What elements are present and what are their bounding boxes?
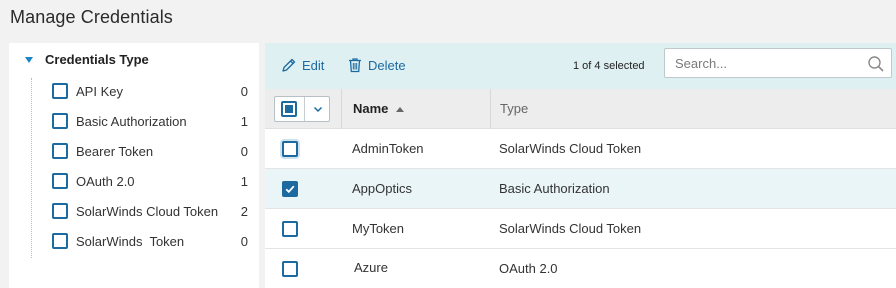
column-header-label: Name (353, 101, 389, 116)
table-row[interactable]: Azure OAuth 2.0 (265, 249, 896, 288)
search-box[interactable] (664, 48, 892, 78)
filter-checkbox[interactable] (52, 203, 68, 219)
row-type: Basic Authorization (499, 181, 610, 196)
row-checkbox[interactable] (282, 141, 298, 157)
edit-button[interactable]: Edit (281, 57, 324, 73)
filter-item-api-key[interactable]: API Key 0 (32, 78, 256, 108)
filter-item-bearer-token[interactable]: Bearer Token 0 (32, 138, 256, 168)
filter-checkbox[interactable] (52, 113, 68, 129)
table-row[interactable]: MyToken SolarWinds Cloud Token (265, 209, 896, 249)
filter-item-count: 0 (240, 144, 248, 159)
filter-item-count: 0 (240, 84, 248, 99)
delete-button[interactable]: Delete (347, 57, 406, 73)
filter-item-count: 1 (240, 114, 248, 129)
delete-button-label: Delete (368, 57, 406, 73)
filter-item-basic-authorization[interactable]: Basic Authorization 1 (32, 108, 256, 138)
caret-down-icon[interactable] (25, 56, 33, 63)
table-row[interactable]: AdminToken SolarWinds Cloud Token (265, 129, 896, 169)
bulk-select-control[interactable] (274, 96, 330, 122)
selection-status: 1 of 4 selected (573, 60, 645, 72)
filter-item-label: SolarWinds Cloud Token (76, 204, 219, 219)
credentials-grid: Edit Delete 1 of 4 selected Search... Na… (265, 43, 896, 288)
filter-item-oauth[interactable]: OAuth 2.0 1 (32, 168, 256, 198)
filter-item-label: Bearer Token (76, 144, 154, 159)
filter-checkbox[interactable] (52, 233, 68, 249)
filter-group-header[interactable]: Credentials Type (25, 52, 149, 67)
row-type: SolarWinds Cloud Token (499, 221, 642, 236)
column-header-label: Type (500, 101, 529, 116)
filter-item-label: SolarWinds Token (76, 234, 185, 249)
table-row[interactable]: AppOptics Basic Authorization (265, 169, 896, 209)
filter-item-count: 2 (240, 204, 248, 219)
row-name: Azure (354, 260, 388, 275)
filter-panel: Credentials Type API Key 0 Basic Authori… (9, 43, 259, 288)
page-title: Manage Credentials (10, 7, 173, 27)
checkmark-icon (285, 185, 295, 194)
filter-checkbox[interactable] (52, 173, 68, 189)
divider (304, 97, 305, 121)
select-all-checkbox[interactable] (281, 101, 297, 117)
filter-item-count: 0 (240, 234, 248, 249)
search-icon[interactable] (867, 55, 885, 73)
filter-list: API Key 0 Basic Authorization 1 Bearer T… (31, 78, 256, 258)
search-input[interactable] (675, 55, 855, 72)
pencil-icon (282, 58, 296, 72)
edit-button-label: Edit (302, 57, 325, 73)
row-checkbox[interactable] (282, 181, 298, 197)
row-name: MyToken (352, 221, 405, 236)
grid-header-row: Name Type (265, 89, 896, 129)
filter-checkbox[interactable] (52, 83, 68, 99)
chevron-down-icon[interactable] (312, 103, 324, 115)
filter-item-label: Basic Authorization (76, 114, 187, 129)
row-name: AdminToken (352, 141, 424, 156)
sort-asc-icon (396, 107, 404, 112)
row-name: AppOptics (352, 181, 412, 196)
filter-item-label: OAuth 2.0 (76, 174, 135, 189)
filter-item-label: API Key (76, 84, 123, 99)
grid-toolbar: Edit Delete 1 of 4 selected (265, 43, 896, 89)
filter-item-solarwinds-cloud-token[interactable]: SolarWinds Cloud Token 2 (32, 198, 256, 228)
column-header-type[interactable]: Type (490, 89, 896, 129)
trash-icon (349, 58, 361, 73)
column-header-name[interactable]: Name (341, 89, 490, 129)
filter-item-solarwinds-token[interactable]: SolarWinds Token 0 (32, 228, 256, 258)
filter-item-count: 1 (240, 174, 248, 189)
row-checkbox[interactable] (282, 221, 298, 237)
row-type: OAuth 2.0 (499, 261, 558, 276)
row-type: SolarWinds Cloud Token (499, 141, 642, 156)
filter-checkbox[interactable] (52, 143, 68, 159)
filter-group-title: Credentials Type (45, 52, 149, 67)
row-checkbox[interactable] (282, 261, 298, 277)
